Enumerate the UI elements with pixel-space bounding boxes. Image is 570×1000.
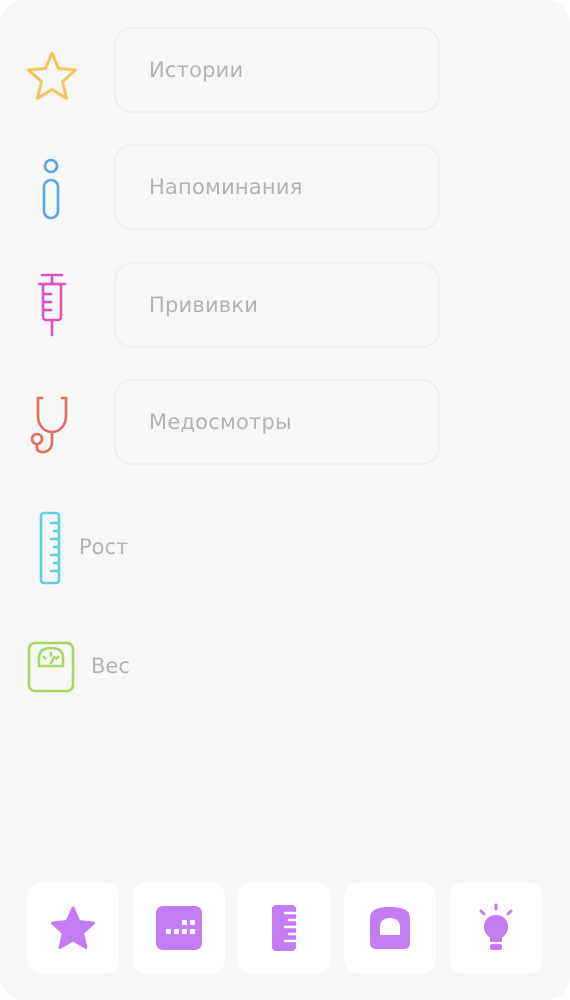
ruler-icon <box>39 511 61 585</box>
scale-icon <box>27 641 75 693</box>
stories-button[interactable]: Истории <box>114 27 440 113</box>
tab-calendar[interactable] <box>133 882 225 974</box>
lightbulb-icon <box>479 903 513 950</box>
stories-label: Истории <box>149 58 244 82</box>
weight-button[interactable]: Вес <box>91 654 130 678</box>
star-outline-icon <box>27 51 77 100</box>
height-button[interactable]: Рост <box>79 535 128 559</box>
stethoscope-icon <box>30 396 68 454</box>
vaccinations-label: Прививки <box>149 293 259 317</box>
calendar-icon <box>156 906 202 950</box>
syringe-icon <box>37 273 67 337</box>
tab-weight[interactable] <box>344 882 436 974</box>
checkups-button[interactable]: Медосмотры <box>114 379 440 465</box>
checkups-label: Медосмотры <box>149 410 292 434</box>
tab-height[interactable] <box>238 882 330 974</box>
scale-icon <box>370 907 410 949</box>
vaccinations-button[interactable]: Прививки <box>114 262 440 348</box>
reminders-label: Напоминания <box>149 175 303 199</box>
info-icon <box>42 158 60 220</box>
tab-stories[interactable] <box>27 882 119 974</box>
ruler-icon <box>272 905 297 951</box>
star-icon <box>51 906 95 949</box>
screen: Истории Напоминания Прививки Медосмотры … <box>0 0 570 1000</box>
tab-tips[interactable] <box>450 882 542 974</box>
reminders-button[interactable]: Напоминания <box>114 144 440 230</box>
